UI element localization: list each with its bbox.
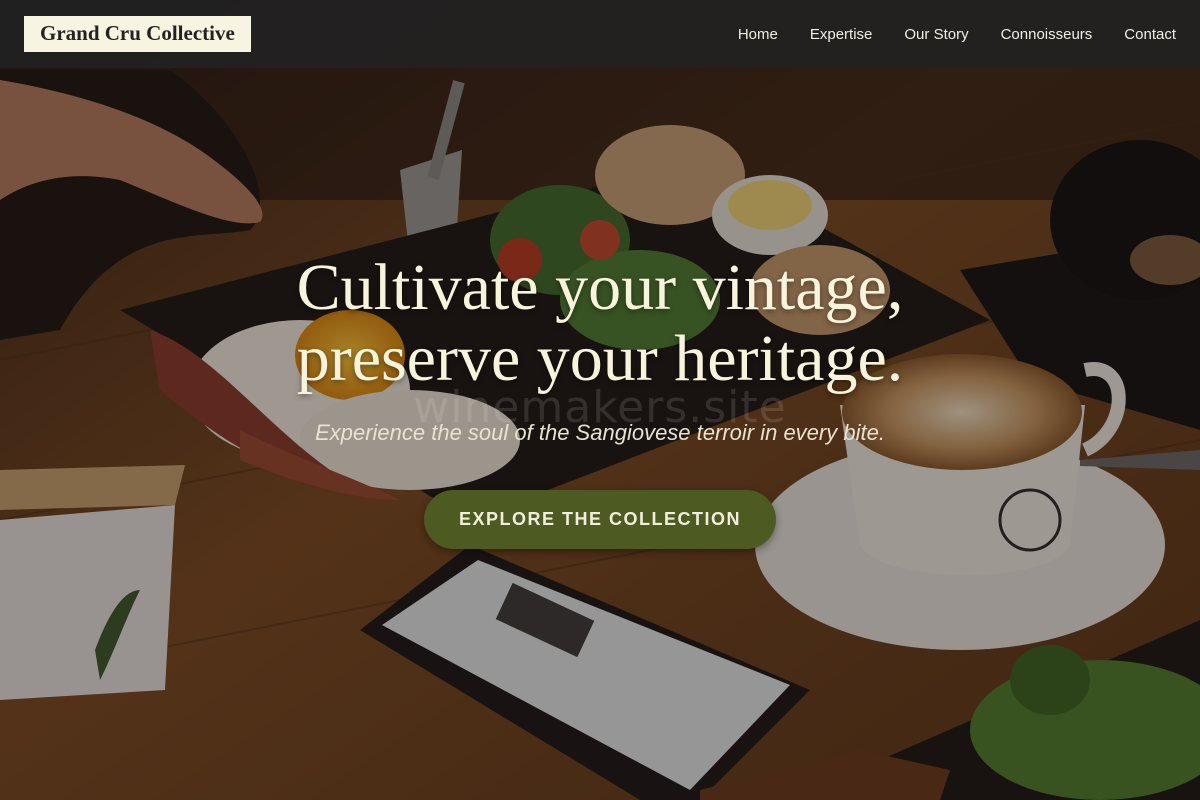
- hero-headline-line-1: Cultivate your vintage,: [296, 251, 904, 324]
- nav-link-connoisseurs[interactable]: Connoisseurs: [1001, 26, 1093, 43]
- nav-link-home[interactable]: Home: [738, 26, 778, 43]
- brand-logo[interactable]: Grand Cru Collective: [24, 16, 251, 52]
- hero-tagline: Experience the soul of the Sangiovese te…: [315, 420, 885, 445]
- explore-collection-button[interactable]: EXPLORE THE COLLECTION: [424, 490, 776, 549]
- site-navbar: Grand Cru Collective Home Expertise Our …: [0, 0, 1200, 68]
- hero-section: Cultivate your vintage, preserve your he…: [0, 0, 1200, 800]
- main-nav: Home Expertise Our Story Connoisseurs Co…: [706, 26, 1176, 43]
- nav-link-expertise[interactable]: Expertise: [810, 26, 873, 43]
- nav-link-our-story[interactable]: Our Story: [904, 26, 968, 43]
- nav-link-contact[interactable]: Contact: [1124, 26, 1176, 43]
- hero-headline: Cultivate your vintage, preserve your he…: [0, 252, 1200, 394]
